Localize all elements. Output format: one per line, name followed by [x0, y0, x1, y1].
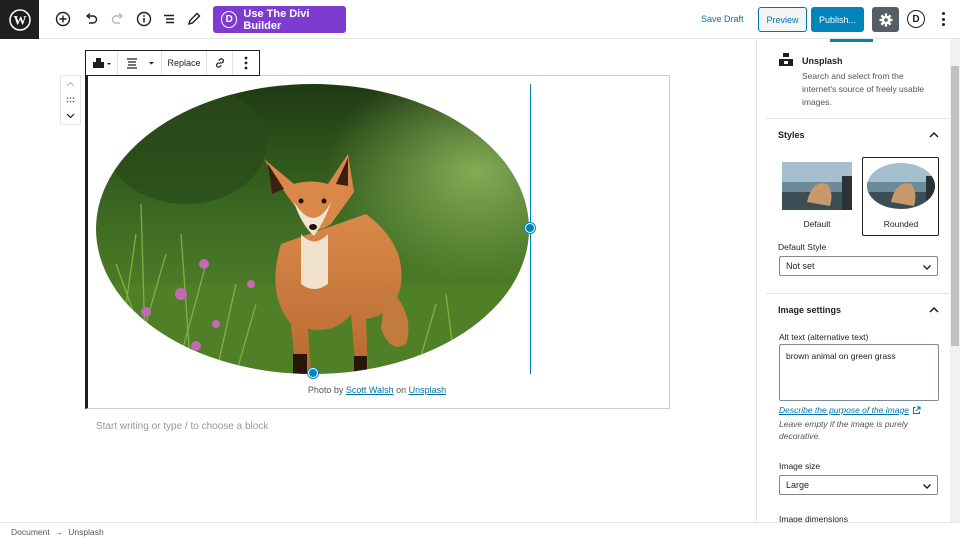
image-settings-panel-title[interactable]: Image settings [778, 305, 841, 315]
publish-button[interactable]: Publish... [811, 7, 864, 32]
alt-help-link-text[interactable]: Describe the purpose of the image [779, 405, 909, 415]
author-link[interactable]: Scott Walsh [346, 385, 394, 395]
caption-mid: on [396, 385, 407, 395]
use-divi-builder-button[interactable]: D Use The Divi Builder [213, 6, 346, 33]
breadcrumb-unsplash[interactable]: Unsplash [68, 527, 103, 537]
breadcrumb-document[interactable]: Document [11, 527, 50, 537]
save-draft-button[interactable]: Save Draft [701, 14, 744, 24]
block-card-title: Unsplash [802, 56, 843, 66]
block-appender-placeholder[interactable]: Start writing or type / to choose a bloc… [96, 421, 268, 432]
external-link-icon [912, 406, 921, 415]
align-dropdown[interactable] [118, 51, 162, 75]
fox-photo[interactable] [96, 84, 529, 374]
divider [766, 118, 950, 119]
drag-handle-icon[interactable] [66, 97, 75, 103]
preview-button[interactable]: Preview [758, 7, 807, 32]
chevron-down-icon [922, 262, 932, 272]
style-rounded-thumbnail [866, 162, 936, 210]
divi-button-label: Use The Divi Builder [243, 7, 310, 32]
divi-toggle-icon[interactable]: D [907, 10, 925, 28]
move-down-icon[interactable] [66, 113, 75, 119]
image-size-select[interactable]: Large [779, 475, 938, 495]
unsplash-link[interactable]: Unsplash [409, 385, 447, 395]
block-more-options-icon[interactable] [233, 51, 259, 75]
resize-handle-bottom[interactable] [308, 368, 318, 378]
image-caption[interactable]: Photo by Scott Walsh on Unsplash [86, 385, 668, 395]
svg-text:W: W [13, 12, 26, 27]
block-toolbar: Replace [85, 50, 260, 76]
link-icon[interactable] [207, 51, 233, 75]
top-toolbar: W D Use The Divi Builder Save Draft Prev… [0, 0, 960, 39]
sidebar-scrollbar-thumb[interactable] [951, 66, 959, 346]
wordpress-logo-icon[interactable]: W [0, 0, 39, 39]
chevron-down-icon [922, 481, 932, 491]
breadcrumb: Document → Unsplash [0, 522, 960, 540]
undo-icon[interactable] [80, 8, 102, 30]
list-view-icon[interactable] [158, 8, 180, 30]
block-mover [60, 75, 81, 125]
divi-logo-icon: D [221, 11, 238, 28]
replace-button[interactable]: Replace [162, 51, 207, 75]
chevron-up-icon[interactable] [928, 304, 940, 316]
more-options-icon[interactable] [936, 10, 950, 28]
move-up-icon[interactable] [66, 81, 75, 87]
caption-prefix: Photo by [307, 385, 344, 395]
breadcrumb-separator: → [54, 526, 64, 537]
unsplash-block-icon [779, 53, 793, 66]
default-style-select[interactable]: Not set [779, 256, 938, 276]
alt-text-label: Alt text (alternative text) [779, 332, 869, 342]
settings-sidebar [756, 39, 960, 522]
style-default-thumbnail [782, 162, 852, 210]
add-block-icon[interactable] [52, 8, 74, 30]
active-tab-indicator [830, 39, 873, 42]
style-default-label: Default [803, 219, 831, 229]
image-size-label: Image size [779, 461, 821, 471]
resize-handle-right[interactable] [525, 223, 535, 233]
info-icon[interactable] [133, 8, 155, 30]
styles-panel-title[interactable]: Styles [778, 130, 805, 140]
block-type-switcher[interactable] [86, 51, 118, 75]
default-style-label: Default Style [778, 242, 827, 252]
alt-text-value: brown animal on green grass [786, 351, 896, 361]
default-style-value: Not set [786, 261, 815, 271]
style-rounded-label: Rounded [883, 219, 919, 229]
alt-help-link[interactable]: Describe the purpose of the image [779, 405, 921, 415]
settings-gear-icon[interactable] [872, 7, 899, 32]
divider [766, 293, 950, 294]
chevron-up-icon[interactable] [928, 129, 940, 141]
alt-text-textarea[interactable]: brown animal on green grass [779, 344, 939, 401]
alt-help-text: Leave empty if the image is purely decor… [779, 419, 908, 441]
edit-pencil-icon[interactable] [183, 8, 205, 30]
redo-icon[interactable] [107, 8, 129, 30]
block-card-description: Search and select from the internet's so… [802, 71, 925, 107]
image-size-value: Large [786, 480, 810, 490]
